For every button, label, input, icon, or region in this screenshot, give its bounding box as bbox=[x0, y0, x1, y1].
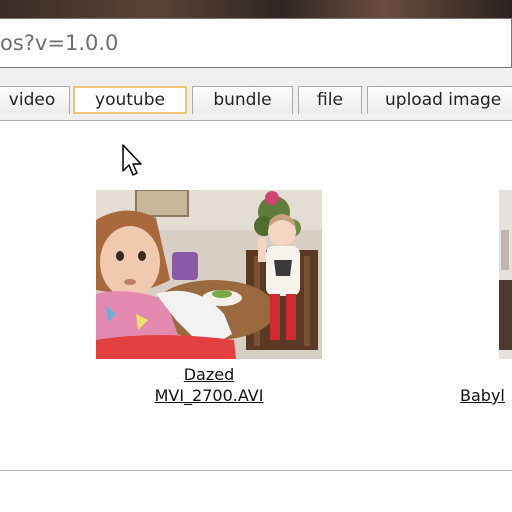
tab-bar: video youtube bundle file upload image bbox=[0, 82, 512, 121]
app-window: os?v=1.0.0 video youtube bundle file upl… bbox=[0, 0, 512, 512]
tab-upload-image[interactable]: upload image bbox=[367, 86, 512, 114]
tab-file[interactable]: file bbox=[298, 86, 362, 114]
video-thumbnail-2[interactable] bbox=[499, 190, 512, 359]
video-thumbnail[interactable] bbox=[96, 190, 322, 359]
address-bar[interactable]: os?v=1.0.0 bbox=[0, 18, 512, 68]
address-bar-text[interactable]: os?v=1.0.0 bbox=[0, 31, 118, 55]
tab-youtube[interactable]: youtube bbox=[73, 86, 187, 114]
desktop-background-strip bbox=[0, 0, 512, 18]
video-thumbnail-image[interactable] bbox=[96, 190, 322, 359]
video-2-title-link[interactable]: Babyl bbox=[460, 386, 505, 405]
tab-bundle[interactable]: bundle bbox=[192, 86, 293, 114]
tab-video[interactable]: video bbox=[0, 86, 70, 114]
mouse-cursor-icon bbox=[122, 144, 142, 176]
video-title-link[interactable]: Dazed bbox=[96, 365, 322, 384]
video-thumbnail-2-image[interactable] bbox=[499, 190, 512, 359]
video-filename-link[interactable]: MVI_2700.AVI bbox=[96, 386, 322, 405]
toolbar-gap bbox=[0, 68, 512, 82]
